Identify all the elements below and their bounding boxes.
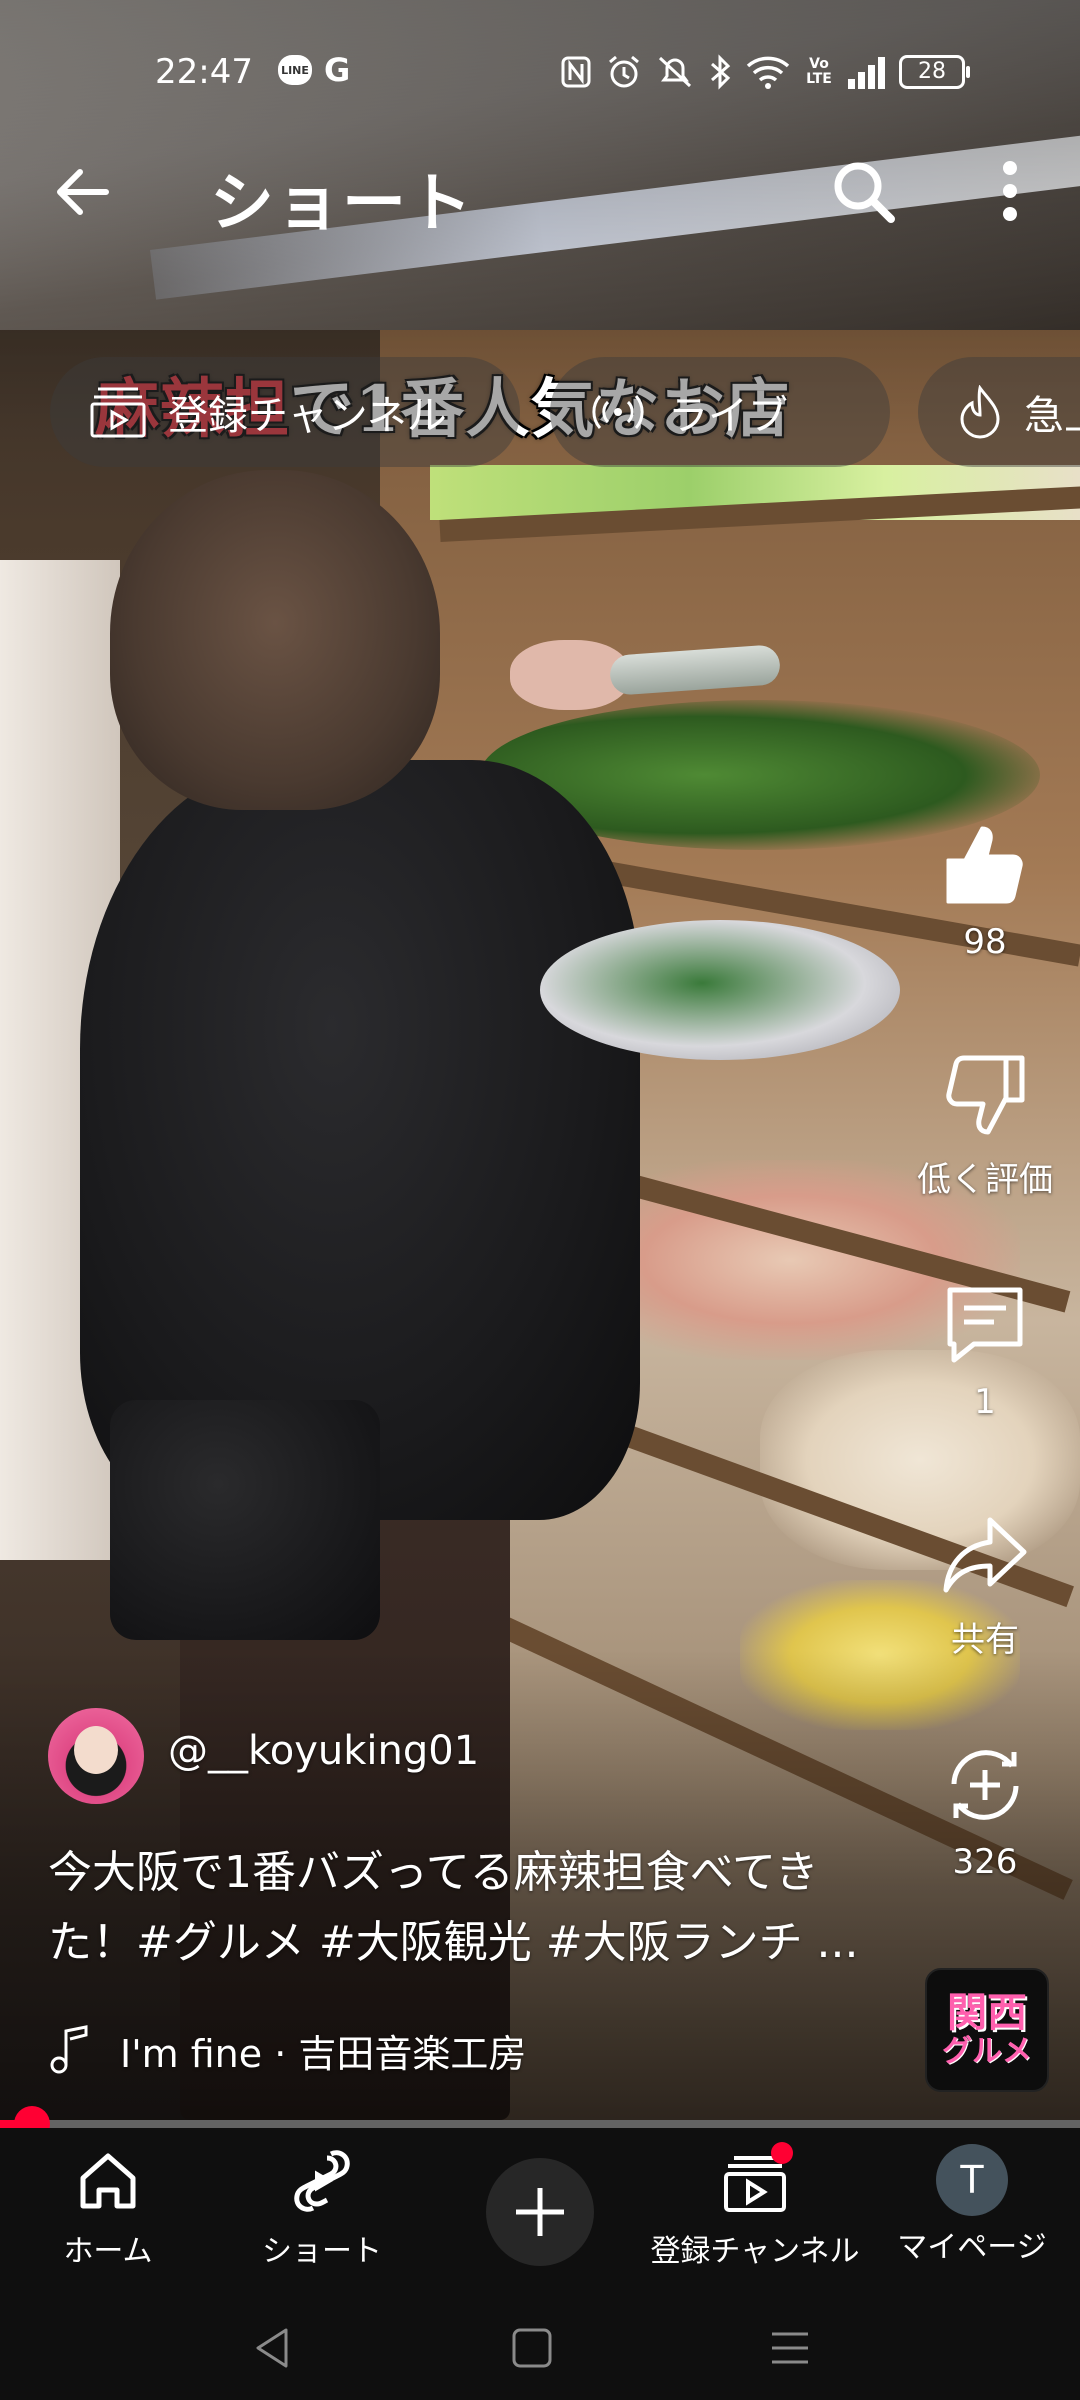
subscriptions-icon xyxy=(90,387,146,438)
bottom-navigation: ホーム ショート 登録チャンネル T マイページ xyxy=(0,2128,1080,2288)
alarm-icon xyxy=(609,55,639,88)
badge-line-2: グルメ xyxy=(942,2034,1032,2069)
status-bar: 22:47 LINE G Vo LTE 28 xyxy=(0,40,1080,104)
remix-icon xyxy=(951,1750,1019,1820)
thumbs-up-icon xyxy=(946,826,1023,904)
nav-subscriptions[interactable]: 登録チャンネル xyxy=(650,2128,860,2288)
chip-trending[interactable]: 急上 xyxy=(918,357,1080,467)
comment-button[interactable]: 1 xyxy=(920,1280,1050,1422)
system-recents-icon[interactable] xyxy=(766,2324,814,2372)
nav-shorts[interactable]: ショート xyxy=(222,2128,422,2288)
video-person-hair xyxy=(110,470,440,810)
remix-count: 326 xyxy=(952,1842,1018,1882)
music-note-icon xyxy=(50,2025,88,2074)
home-icon xyxy=(80,2153,136,2209)
live-icon xyxy=(592,395,644,429)
nav-home-label: ホーム xyxy=(63,2234,153,2269)
shorts-icon xyxy=(294,2150,350,2212)
volte-icon: Vo LTE xyxy=(806,56,832,87)
notification-dot xyxy=(771,2142,793,2164)
status-left-icons: LINE G xyxy=(278,54,350,86)
chip-label: ライブ xyxy=(668,393,788,439)
chip-label: 急上 xyxy=(1024,393,1080,439)
remix-button[interactable]: 326 xyxy=(920,1740,1050,1882)
video-progress-bar[interactable] xyxy=(0,2106,1080,2142)
system-home-icon[interactable] xyxy=(508,2324,556,2372)
create-button[interactable] xyxy=(486,2158,594,2266)
comment-icon xyxy=(947,1287,1023,1363)
video-bag xyxy=(110,1400,380,1640)
feed-filter-chips: 登録チャンネル ライブ 急上 xyxy=(50,357,1080,467)
music-title: I'm fine · 吉田音楽工房 xyxy=(120,2031,527,2076)
video-bowl xyxy=(540,920,900,1060)
nav-mypage[interactable]: T マイページ xyxy=(872,2128,1072,2288)
system-navigation-bar xyxy=(0,2288,1080,2400)
music-link[interactable]: I'm fine · 吉田音楽工房 xyxy=(48,2020,526,2080)
nav-mypage-label: マイページ xyxy=(897,2230,1047,2265)
video-player[interactable]: 麻辣担で1番人気なお店 xyxy=(0,0,1080,2120)
chip-live[interactable]: ライブ xyxy=(550,357,890,467)
battery-icon: 28 xyxy=(899,55,970,89)
share-icon xyxy=(943,1517,1027,1593)
chip-label: 登録チャンネル xyxy=(168,393,447,439)
more-vert-icon[interactable] xyxy=(980,156,1040,226)
plus-icon xyxy=(516,2188,564,2236)
dislike-button[interactable]: 低く評価 xyxy=(917,1050,1053,1201)
nav-shorts-label: ショート xyxy=(262,2234,382,2269)
dislike-label: 低く評価 xyxy=(917,1160,1053,1200)
avatar-face xyxy=(74,1726,118,1774)
sound-thumbnail[interactable]: 関西 グルメ xyxy=(925,1968,1049,2092)
badge-line-1: 関西 xyxy=(947,1990,1027,2036)
back-arrow-icon[interactable] xyxy=(50,160,114,224)
nav-subscriptions-label: 登録チャンネル xyxy=(650,2234,860,2269)
google-icon: G xyxy=(324,51,351,89)
comment-count: 1 xyxy=(974,1382,996,1422)
nav-home[interactable]: ホーム xyxy=(8,2128,208,2288)
thumbs-down-icon xyxy=(946,1055,1025,1135)
like-button[interactable]: 98 xyxy=(920,820,1050,962)
caption-line-2: た！#グルメ #大阪観光 #大阪ランチ ... xyxy=(48,1917,859,1968)
video-caption[interactable]: 今大阪で1番バズってる麻辣担食べてき た！#グルメ #大阪観光 #大阪ランチ .… xyxy=(48,1838,908,1978)
nfc-icon xyxy=(561,56,591,88)
status-time: 22:47 xyxy=(155,52,253,92)
search-icon[interactable] xyxy=(828,156,898,226)
trending-icon xyxy=(960,385,1000,439)
silent-icon xyxy=(658,56,692,88)
caption-line-1: 今大阪で1番バズってる麻辣担食べてき xyxy=(48,1847,819,1898)
share-button[interactable]: 共有 xyxy=(920,1510,1050,1661)
page-title: ショート xyxy=(210,167,474,241)
chip-subscriptions[interactable]: 登録チャンネル xyxy=(50,357,520,467)
user-avatar: T xyxy=(936,2144,1008,2216)
channel-name[interactable]: @__koyuking01 xyxy=(168,1728,479,1774)
signal-icon xyxy=(848,55,885,89)
system-back-icon[interactable] xyxy=(250,2324,298,2372)
bluetooth-icon xyxy=(711,54,731,90)
channel-avatar[interactable] xyxy=(48,1708,144,1804)
wifi-icon xyxy=(746,56,790,89)
share-label: 共有 xyxy=(951,1620,1019,1660)
line-icon: LINE xyxy=(278,55,312,85)
like-count: 98 xyxy=(963,922,1007,962)
status-right-icons: Vo LTE 28 xyxy=(560,50,970,94)
app-header: ショート xyxy=(0,140,1080,241)
